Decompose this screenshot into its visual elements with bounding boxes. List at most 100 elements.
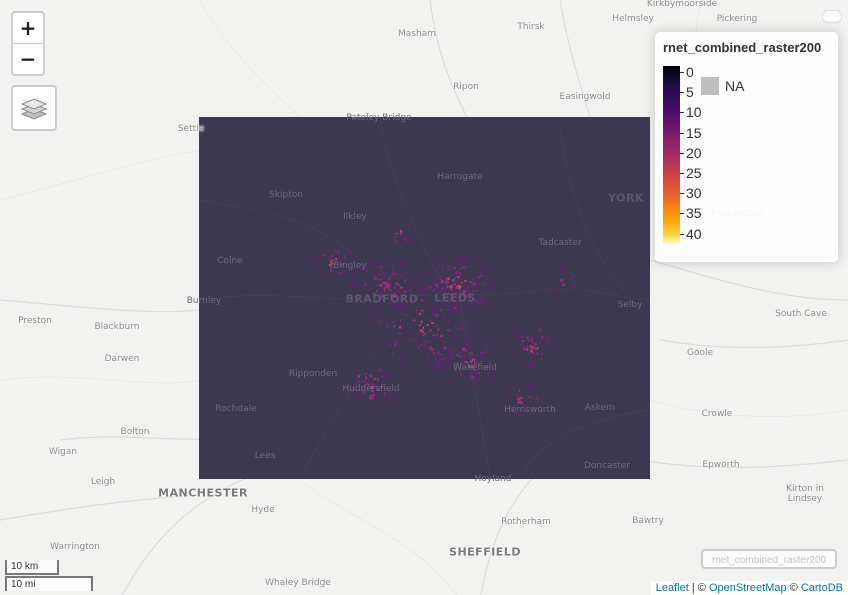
raster-cell bbox=[361, 403, 364, 406]
raster-cell bbox=[479, 337, 481, 339]
raster-cell bbox=[423, 326, 425, 329]
raster-cell bbox=[463, 283, 466, 285]
raster-cell bbox=[372, 397, 374, 400]
raster-cell bbox=[343, 270, 346, 273]
raster-cell bbox=[503, 346, 507, 349]
zoom-in-button[interactable]: + bbox=[13, 13, 43, 43]
raster-cell bbox=[412, 319, 416, 322]
raster-cell bbox=[356, 377, 358, 380]
raster-cell bbox=[476, 264, 478, 268]
layer-toggle-label[interactable]: rnet_combined_raster200 bbox=[701, 549, 837, 569]
raster-cell bbox=[407, 233, 409, 236]
raster-cell bbox=[529, 386, 533, 389]
raster-cell bbox=[412, 225, 416, 227]
raster-cell bbox=[436, 274, 439, 277]
raster-cell bbox=[509, 390, 511, 393]
raster-cell bbox=[449, 334, 451, 336]
raster-cell bbox=[511, 332, 514, 334]
raster-cell bbox=[370, 325, 374, 329]
raster-cell bbox=[374, 394, 378, 396]
raster-cell bbox=[435, 360, 439, 363]
raster-cell bbox=[540, 358, 543, 360]
raster-cell bbox=[418, 312, 422, 315]
raster-cell bbox=[463, 324, 465, 326]
raster-cell bbox=[386, 287, 389, 290]
raster-cell bbox=[362, 366, 364, 369]
raster-cell bbox=[569, 278, 571, 280]
raster-cell bbox=[472, 283, 476, 286]
raster-cell bbox=[464, 280, 467, 282]
raster-cell bbox=[394, 260, 398, 262]
raster-cell bbox=[469, 331, 472, 335]
place-label-bawtry: Bawtry bbox=[632, 516, 664, 526]
raster-cell bbox=[435, 260, 439, 263]
raster-cell bbox=[405, 314, 408, 316]
raster-cell bbox=[399, 337, 402, 340]
raster-cell bbox=[532, 364, 534, 366]
raster-cell bbox=[475, 259, 478, 262]
raster-cell bbox=[349, 250, 352, 254]
raster-cell bbox=[539, 351, 542, 353]
raster-cell bbox=[377, 284, 379, 286]
raster-cell bbox=[533, 328, 535, 331]
place-label-pateley-bridge: Pateley Bridge bbox=[346, 113, 412, 123]
raster-cell bbox=[543, 337, 545, 339]
layers-control-button[interactable] bbox=[11, 85, 57, 131]
place-label-kirkbymoorside: Kirkbymoorside bbox=[646, 0, 718, 9]
raster-cell bbox=[451, 310, 455, 312]
raster-cell bbox=[544, 324, 548, 326]
raster-cell bbox=[462, 347, 466, 351]
raster-cell bbox=[419, 330, 422, 333]
raster-cell bbox=[483, 282, 486, 286]
raster-cell bbox=[447, 329, 450, 331]
place-label-preston: Preston bbox=[18, 316, 52, 326]
raster-cell bbox=[420, 320, 423, 324]
raster-cell bbox=[477, 330, 479, 333]
raster-cell bbox=[426, 323, 429, 326]
raster-cell bbox=[360, 285, 362, 288]
raster-cell bbox=[400, 374, 402, 377]
raster-cell bbox=[527, 345, 530, 347]
raster-cell bbox=[446, 265, 450, 269]
raster-cell bbox=[463, 355, 466, 358]
raster-cell bbox=[420, 353, 422, 356]
raster-cell bbox=[541, 335, 544, 339]
raster-cell bbox=[390, 289, 392, 292]
raster-cell bbox=[353, 254, 355, 257]
raster-cell bbox=[432, 334, 435, 337]
raster-cell bbox=[381, 271, 384, 273]
raster-cell bbox=[440, 353, 442, 356]
zoom-out-button[interactable]: − bbox=[13, 43, 43, 74]
leaflet-link[interactable]: Leaflet bbox=[656, 582, 689, 594]
raster-cell bbox=[321, 266, 323, 268]
place-label-skipton: Skipton bbox=[269, 190, 303, 200]
raster-cell bbox=[392, 233, 394, 235]
raster-cell bbox=[441, 358, 444, 362]
place-label-warrington: Warrington bbox=[50, 542, 100, 552]
toggle-hint-button[interactable] bbox=[822, 10, 842, 23]
place-label-settle: Settle bbox=[177, 124, 205, 134]
raster-cell bbox=[534, 346, 536, 349]
raster-cell bbox=[485, 303, 488, 305]
raster-cell bbox=[442, 269, 444, 271]
raster-cell bbox=[470, 374, 474, 377]
raster-cell bbox=[348, 373, 350, 376]
raster-cell bbox=[483, 352, 485, 354]
osm-link[interactable]: OpenStreetMap bbox=[709, 582, 787, 594]
raster-cell bbox=[446, 376, 448, 378]
raster-cell bbox=[322, 253, 324, 256]
raster-cell bbox=[493, 345, 497, 348]
raster-cell bbox=[371, 374, 374, 376]
raster-cell bbox=[397, 308, 399, 311]
raster-cell bbox=[526, 363, 529, 366]
raster-cell bbox=[413, 278, 417, 281]
raster-cell bbox=[392, 223, 394, 226]
raster-cell bbox=[399, 261, 402, 264]
place-label-ripponden: Ripponden bbox=[288, 369, 338, 379]
raster-cell bbox=[378, 279, 381, 281]
attribution-separator: © bbox=[786, 582, 801, 594]
raster-cell bbox=[407, 330, 410, 333]
raster-cell bbox=[362, 364, 366, 366]
carto-link[interactable]: CartoDB bbox=[801, 582, 843, 594]
raster-cell bbox=[564, 284, 566, 287]
